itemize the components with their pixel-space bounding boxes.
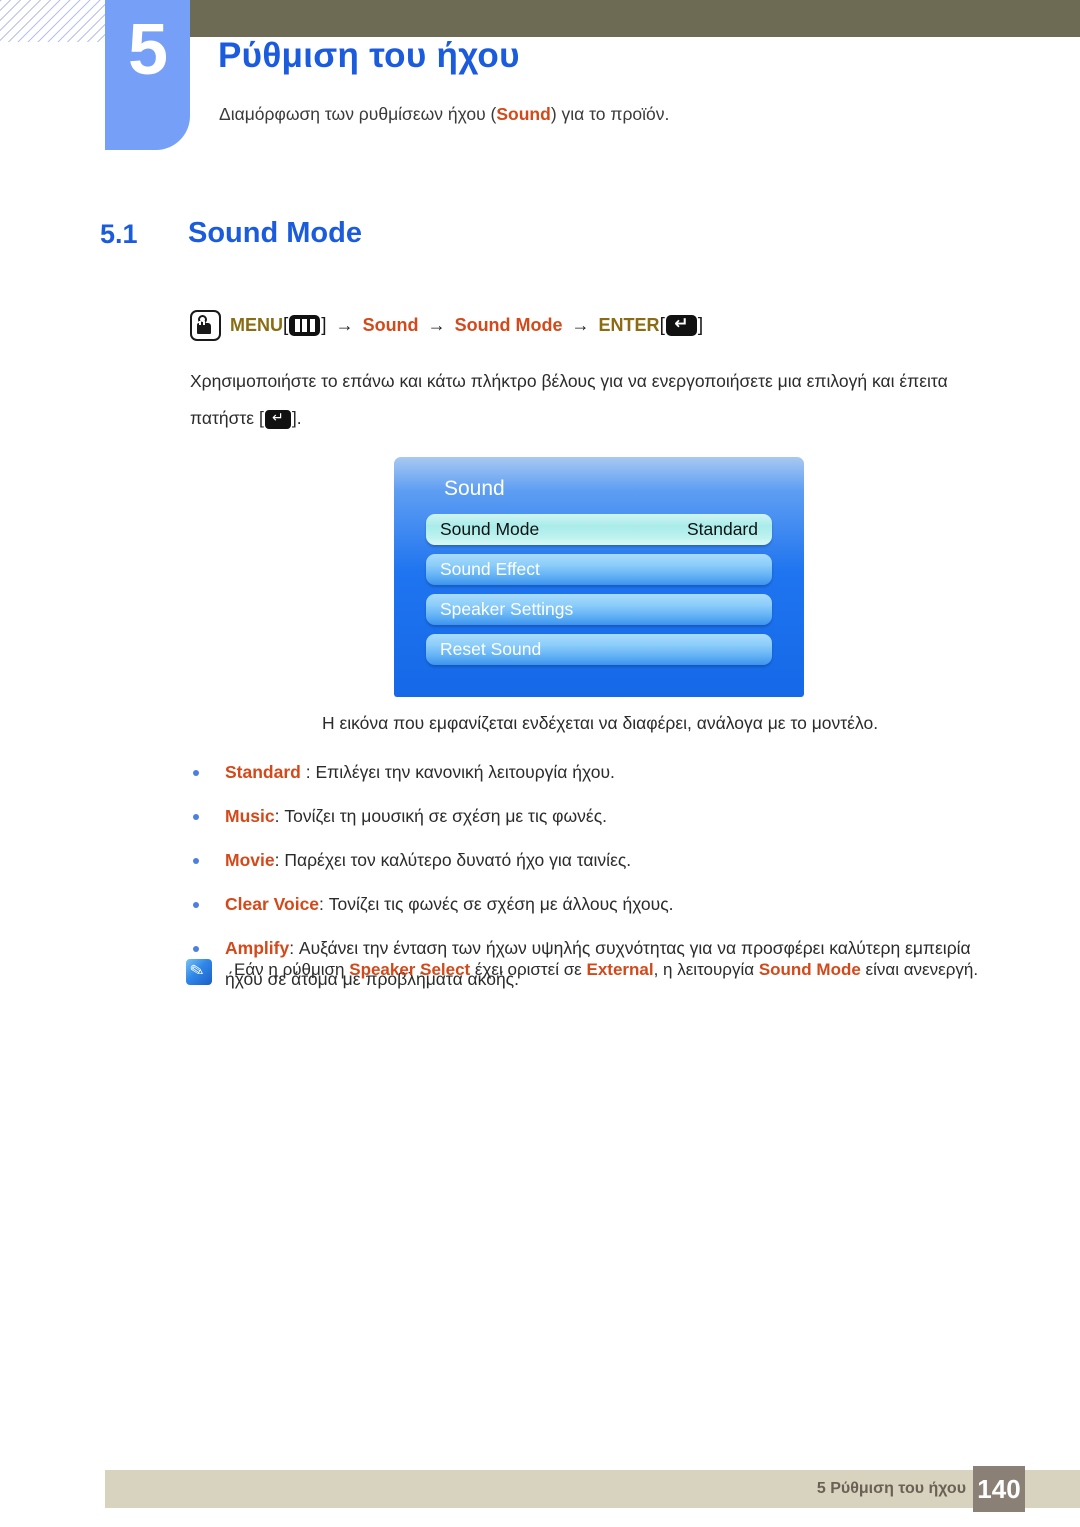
instruction-paragraph: Χρησιμοποιήστε το επάνω και κάτω πλήκτρο… [190,363,1010,437]
instruction-text-part1: Χρησιμοποιήστε το επάνω και κάτω πλήκτρο… [190,371,948,428]
osd-row-value: Standard [686,519,758,539]
footer-chapter-label: 5 Ρύθμιση του ήχου [816,1480,966,1497]
page-title: Sound Mode [188,217,362,249]
osd-panel-title: Sound [444,477,505,500]
chapter-subtitle: Διαμόρφωση των ρυθμίσεων ήχου (Sound) γι… [219,104,669,125]
enter-key-icon-inline: ↵ [264,409,291,429]
path-step-sound-mode: Sound Mode [454,315,563,335]
osd-row-label: Speaker Settings [440,599,574,619]
option-description: : Τονίζει τη μουσική σε σχέση με τις φων… [274,806,608,826]
bullet-dot-icon [193,770,199,776]
menu-bars-icon [289,315,321,336]
path-arrow-1: → [335,315,354,335]
chapter-number-tab: 5 [105,0,190,150]
note-pencil-icon: ✎ [186,959,212,985]
list-item: Music: Τονίζει τη μουσική σε σχέση με τι… [190,801,1010,832]
bracket-close: ] [321,314,327,336]
option-description: : Τονίζει τις φωνές σε σχέση με άλλους ή… [319,894,674,914]
chapter-number: 5 [127,10,168,90]
note-keyword-sound-mode: Sound Mode [758,960,861,979]
chapter-subtitle-prefix: Διαμόρφωση των ρυθμίσεων ήχου ( [219,104,497,124]
osd-row-label: Reset Sound [440,639,542,659]
instruction-text-part2: ]. [291,408,302,428]
osd-row-reset-sound[interactable]: Reset Sound [426,634,772,665]
osd-menu-panel: Sound Sound Mode Standard Sound Effect S… [394,457,804,697]
osd-row-sound-mode[interactable]: Sound Mode Standard [426,514,772,545]
chapter-subtitle-suffix: ) για το προϊόν. [550,104,670,124]
note-part2: έχει οριστεί σε [470,960,587,979]
page-number-badge: 140 [973,1466,1025,1512]
bullet-dot-icon [193,814,199,820]
osd-row-label: Sound Mode [440,519,540,539]
enter-button-label: ENTER [598,315,660,335]
osd-row-speaker-settings[interactable]: Speaker Settings [426,594,772,625]
osd-row-label: Sound Effect [440,559,540,579]
note-keyword-external: External [586,960,654,979]
list-item: Standard : Επιλέγει την κανονική λειτουρ… [190,757,1010,788]
header-olive-bar [190,0,1080,37]
chapter-title: Ρύθμιση του ήχου [218,36,520,75]
option-description: : Επιλέγει την κανονική λειτουργία ήχου. [300,762,615,782]
bracket-close-2: ] [697,314,704,336]
touch-hand-icon [190,310,221,341]
note-part4: είναι ανενεργή. [860,960,979,979]
option-keyword: Amplify [225,938,290,958]
option-keyword: Movie [225,850,275,870]
option-description: : Παρέχει τον καλύτερο δυνατό ήχο για τα… [274,850,632,870]
option-keyword: Clear Voice [225,894,320,914]
note-part1: Εάν η ρύθμιση [234,960,350,979]
bracket-open: [ [283,314,289,336]
chapter-subtitle-keyword: Sound [496,104,551,124]
menu-path-breadcrumb: MENU [ ] → Sound → Sound Mode → ENTER [ … [190,310,703,341]
note-part3: , η λειτουργία [653,960,759,979]
bullet-dot-icon [193,858,199,864]
menu-button-label: MENU [230,315,283,335]
path-step-sound: Sound [362,315,419,335]
bracket-open-2: [ [659,314,665,336]
list-item: Clear Voice: Τονίζει τις φωνές σε σχέση … [190,889,1010,920]
bullet-dot-icon [193,946,199,952]
section-number: 5.1 [100,219,138,249]
bullet-dot-icon [193,902,199,908]
option-keyword: Music [225,806,275,826]
note-keyword-speaker-select: Speaker Select [349,960,471,979]
osd-image-caption: Η εικόνα που εμφανίζεται ενδέχεται να δι… [321,713,879,733]
option-keyword: Standard [225,762,301,782]
path-arrow-2: → [427,315,446,335]
list-item: Movie: Παρέχει τον καλύτερο δυνατό ήχο γ… [190,845,1010,876]
note-callout: ✎ Εάν η ρύθμιση Speaker Select έχει ορισ… [186,957,1010,985]
page-footer: 5 Ρύθμιση του ήχου 140 [105,1466,1080,1512]
enter-key-icon: ↵ [665,315,697,336]
note-text: Εάν η ρύθμιση Speaker Select έχει οριστε… [234,957,978,983]
osd-row-sound-effect[interactable]: Sound Effect [426,554,772,585]
decorative-hatch-pattern [0,0,108,42]
path-arrow-3: → [571,315,590,335]
